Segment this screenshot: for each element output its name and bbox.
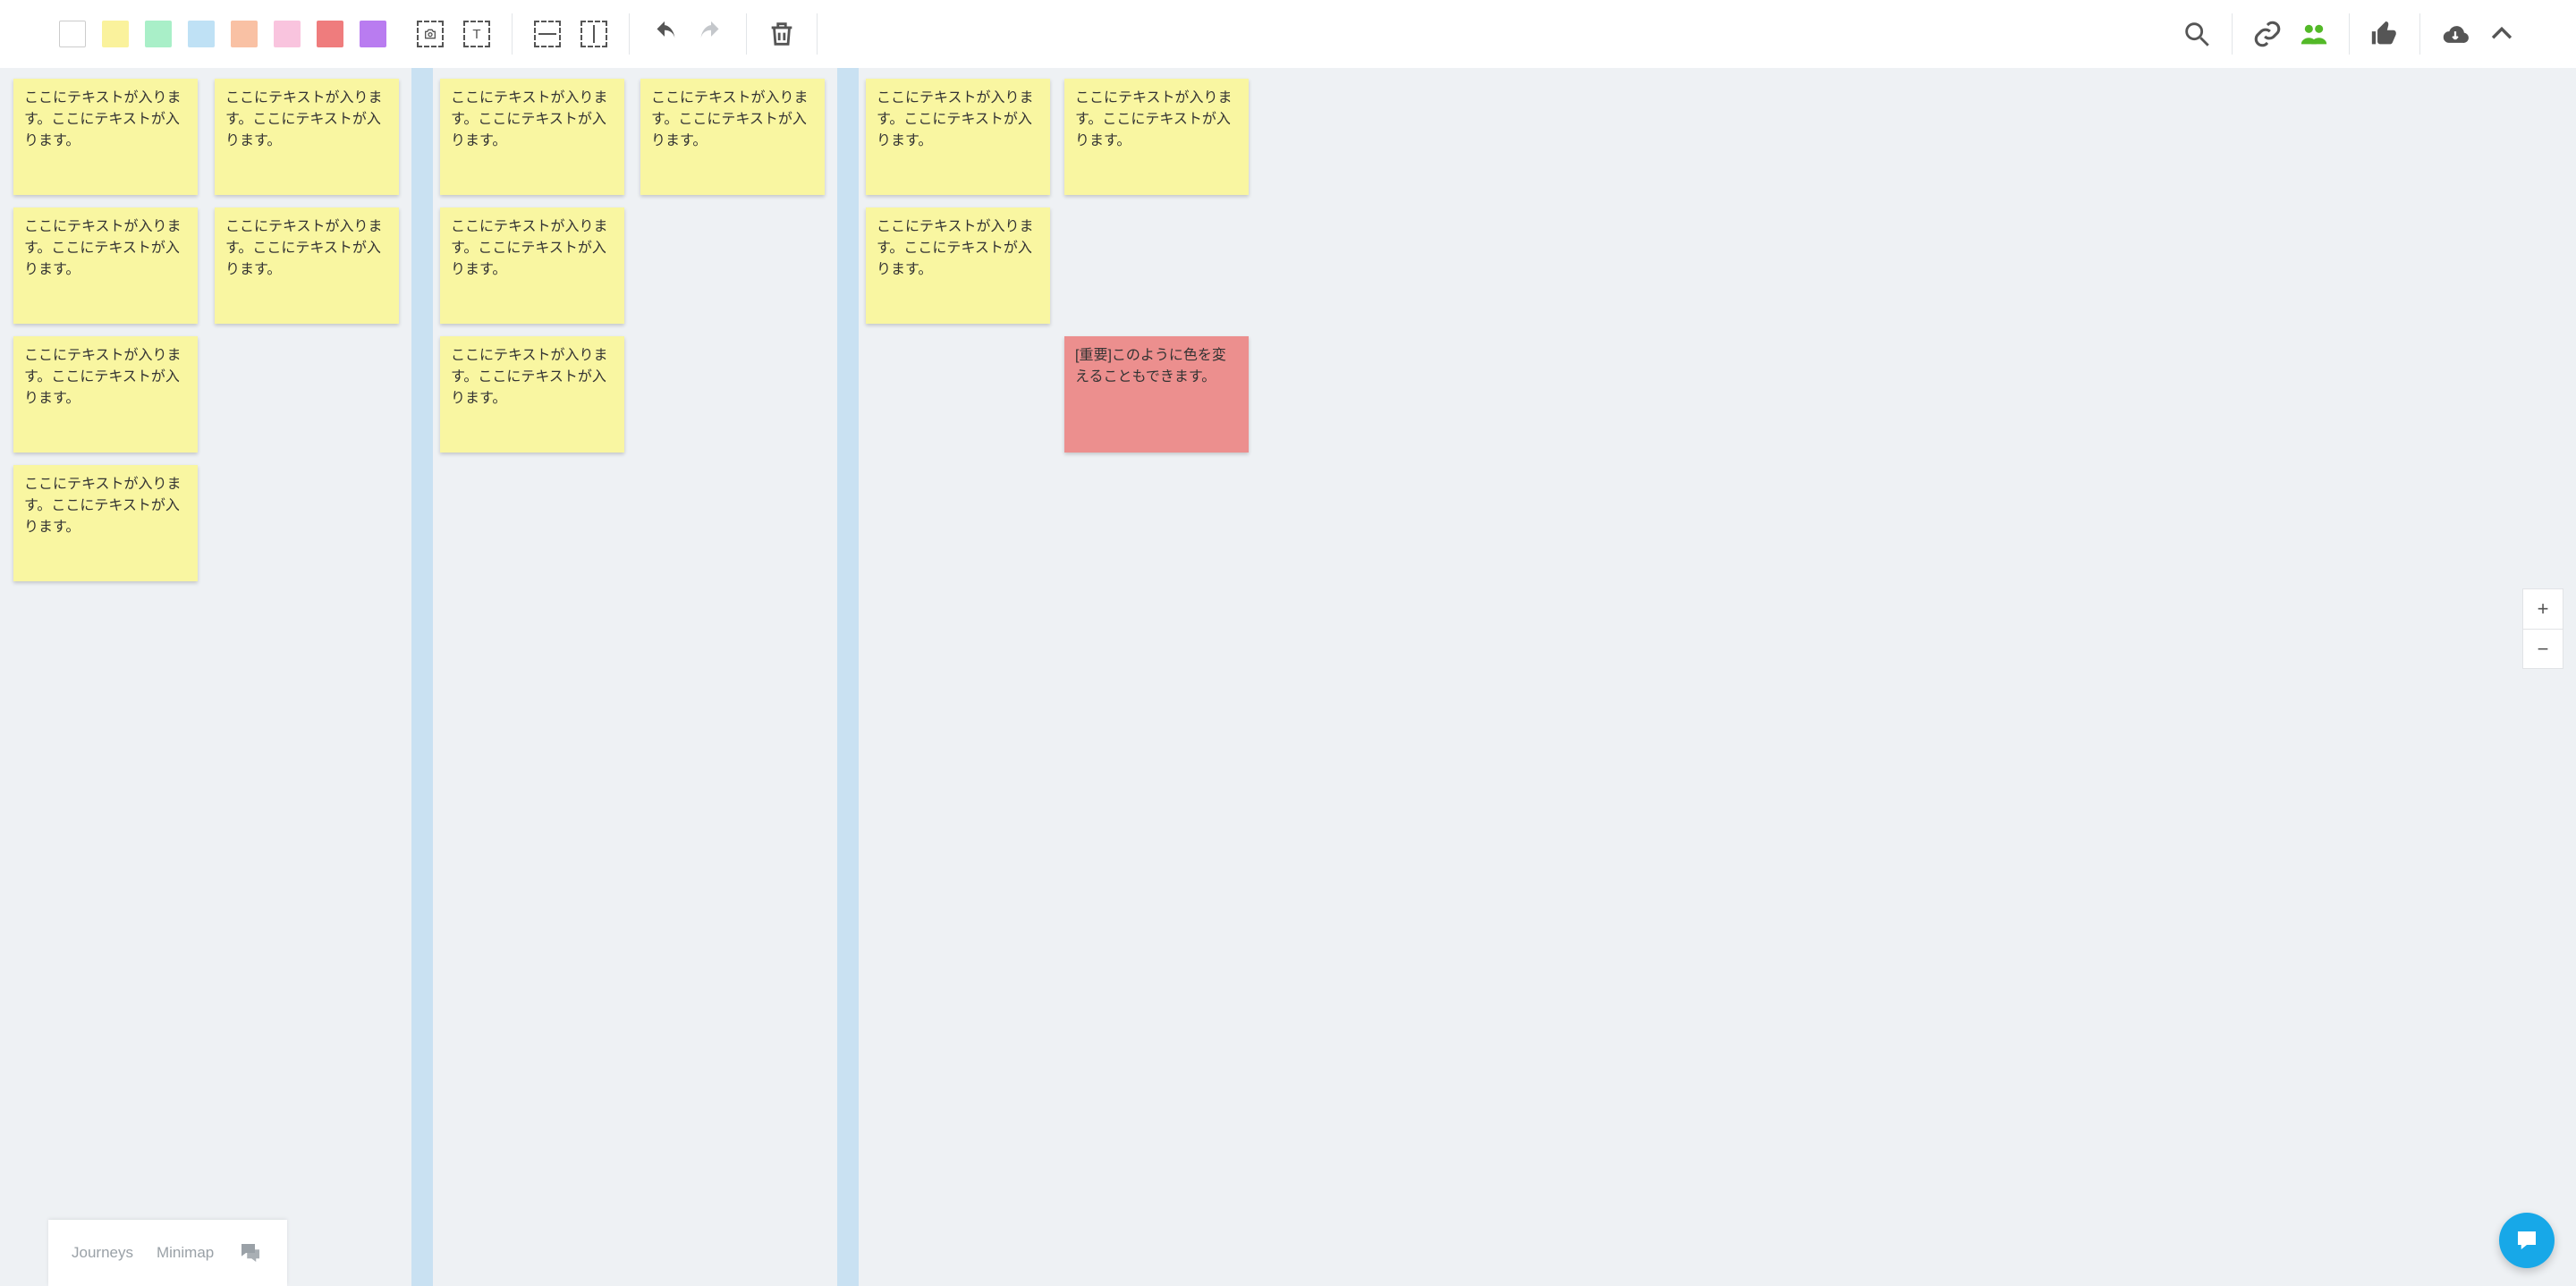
note-text: ここにテキストが入ります。ここにテキストが入ります。 (24, 348, 182, 406)
color-swatch[interactable] (188, 21, 215, 47)
insert-text-button[interactable]: T (462, 19, 492, 49)
history-tools (635, 19, 741, 49)
camera-icon (417, 21, 444, 47)
comments-button[interactable] (237, 1239, 264, 1266)
zoom-out-button[interactable]: − (2523, 629, 2563, 668)
sticky-note[interactable]: ここにテキストが入ります。ここにテキストが入ります。 (13, 465, 198, 581)
color-swatches (45, 21, 401, 47)
divider (746, 13, 747, 55)
link-button[interactable] (2252, 19, 2283, 49)
divider (512, 13, 513, 55)
note-text: ここにテキストが入ります。ここにテキストが入ります。 (225, 90, 383, 148)
color-swatch[interactable] (231, 21, 258, 47)
note-text: ここにテキストが入ります。ここにテキストが入ります。 (877, 219, 1034, 277)
toolbar: T (0, 0, 2576, 68)
toolbar-right (2167, 13, 2531, 55)
note-text: ここにテキストが入ります。ここにテキストが入ります。 (451, 348, 608, 406)
sticky-note[interactable]: ここにテキストが入ります。ここにテキストが入ります。 (440, 207, 624, 324)
vertical-line-button[interactable] (579, 19, 609, 49)
note-text: ここにテキストが入ります。ここにテキストが入ります。 (451, 90, 608, 148)
zoom-in-button[interactable]: + (2523, 589, 2563, 629)
tab-minimap[interactable]: Minimap (157, 1244, 214, 1262)
search-icon (2182, 19, 2212, 49)
undo-icon (649, 19, 680, 49)
redo-button[interactable] (696, 19, 726, 49)
users-icon (2299, 19, 2329, 49)
note-text: ここにテキストが入ります。ここにテキストが入ります。 (225, 219, 383, 277)
tab-journeys[interactable]: Journeys (72, 1244, 133, 1262)
collapse-button[interactable] (2487, 19, 2517, 49)
sticky-note[interactable]: ここにテキストが入ります。ここにテキストが入ります。 (13, 79, 198, 195)
note-text: ここにテキストが入ります。ここにテキストが入ります。 (451, 219, 608, 277)
insert-tools: T (401, 19, 506, 49)
sticky-note[interactable]: ここにテキストが入ります。ここにテキストが入ります。 (215, 79, 399, 195)
link-icon (2252, 19, 2283, 49)
text-icon: T (463, 21, 490, 47)
note-text: ここにテキストが入ります。ここにテキストが入ります。 (651, 90, 809, 148)
note-text: [重要]このように色を変えることもできます。 (1075, 348, 1226, 385)
collaborators-button[interactable] (2299, 19, 2329, 49)
delete-tools (752, 19, 811, 49)
undo-button[interactable] (649, 19, 680, 49)
lane-divider[interactable] (837, 68, 859, 1286)
sticky-note[interactable]: ここにテキストが入ります。ここにテキストが入ります。 (1064, 79, 1249, 195)
note-text: ここにテキストが入ります。ここにテキストが入ります。 (877, 90, 1034, 148)
search-button[interactable] (2182, 19, 2212, 49)
chat-icon (2513, 1227, 2540, 1254)
color-swatch[interactable] (317, 21, 343, 47)
divider (2232, 13, 2233, 55)
color-swatch[interactable] (102, 21, 129, 47)
divider (629, 13, 630, 55)
divider (2419, 13, 2420, 55)
chevron-up-icon (2487, 19, 2517, 49)
divider (817, 13, 818, 55)
note-text: ここにテキストが入ります。ここにテキストが入ります。 (24, 90, 182, 148)
sticky-note[interactable]: ここにテキストが入ります。ここにテキストが入ります。 (440, 336, 624, 453)
note-text: ここにテキストが入ります。ここにテキストが入ります。 (24, 477, 182, 535)
vertical-line-icon (580, 21, 607, 47)
cloud-download-icon (2440, 19, 2470, 49)
trash-icon (767, 19, 797, 49)
lane-divider[interactable] (411, 68, 433, 1286)
note-text: ここにテキストが入ります。ここにテキストが入ります。 (1075, 90, 1233, 148)
sticky-note[interactable]: ここにテキストが入ります。ここにテキストが入ります。 (13, 207, 198, 324)
canvas[interactable]: ここにテキストが入ります。ここにテキストが入ります。ここにテキストが入ります。こ… (0, 68, 2576, 1286)
sticky-note[interactable]: ここにテキストが入ります。ここにテキストが入ります。 (13, 336, 198, 453)
redo-icon (696, 19, 726, 49)
horizontal-line-button[interactable] (532, 19, 563, 49)
insert-image-button[interactable] (415, 19, 445, 49)
divider (2349, 13, 2350, 55)
sticky-note[interactable]: ここにテキストが入ります。ここにテキストが入ります。 (640, 79, 825, 195)
color-swatch[interactable] (274, 21, 301, 47)
sticky-note[interactable]: ここにテキストが入ります。ここにテキストが入ります。 (215, 207, 399, 324)
color-swatch[interactable] (145, 21, 172, 47)
sticky-note[interactable]: [重要]このように色を変えることもできます。 (1064, 336, 1249, 453)
like-button[interactable] (2369, 19, 2400, 49)
thumbs-up-icon (2369, 19, 2400, 49)
bottom-bar: Journeys Minimap (48, 1220, 287, 1286)
sticky-note[interactable]: ここにテキストが入ります。ここにテキストが入ります。 (866, 207, 1050, 324)
chat-fab[interactable] (2499, 1213, 2555, 1268)
note-text: ここにテキストが入ります。ここにテキストが入ります。 (24, 219, 182, 277)
color-swatch[interactable] (59, 21, 86, 47)
zoom-controls: + − (2522, 588, 2563, 669)
comments-icon (237, 1239, 264, 1266)
download-button[interactable] (2440, 19, 2470, 49)
color-swatch[interactable] (360, 21, 386, 47)
delete-button[interactable] (767, 19, 797, 49)
line-tools (518, 19, 623, 49)
sticky-note[interactable]: ここにテキストが入ります。ここにテキストが入ります。 (866, 79, 1050, 195)
horizontal-line-icon (534, 21, 561, 47)
sticky-note[interactable]: ここにテキストが入ります。ここにテキストが入ります。 (440, 79, 624, 195)
